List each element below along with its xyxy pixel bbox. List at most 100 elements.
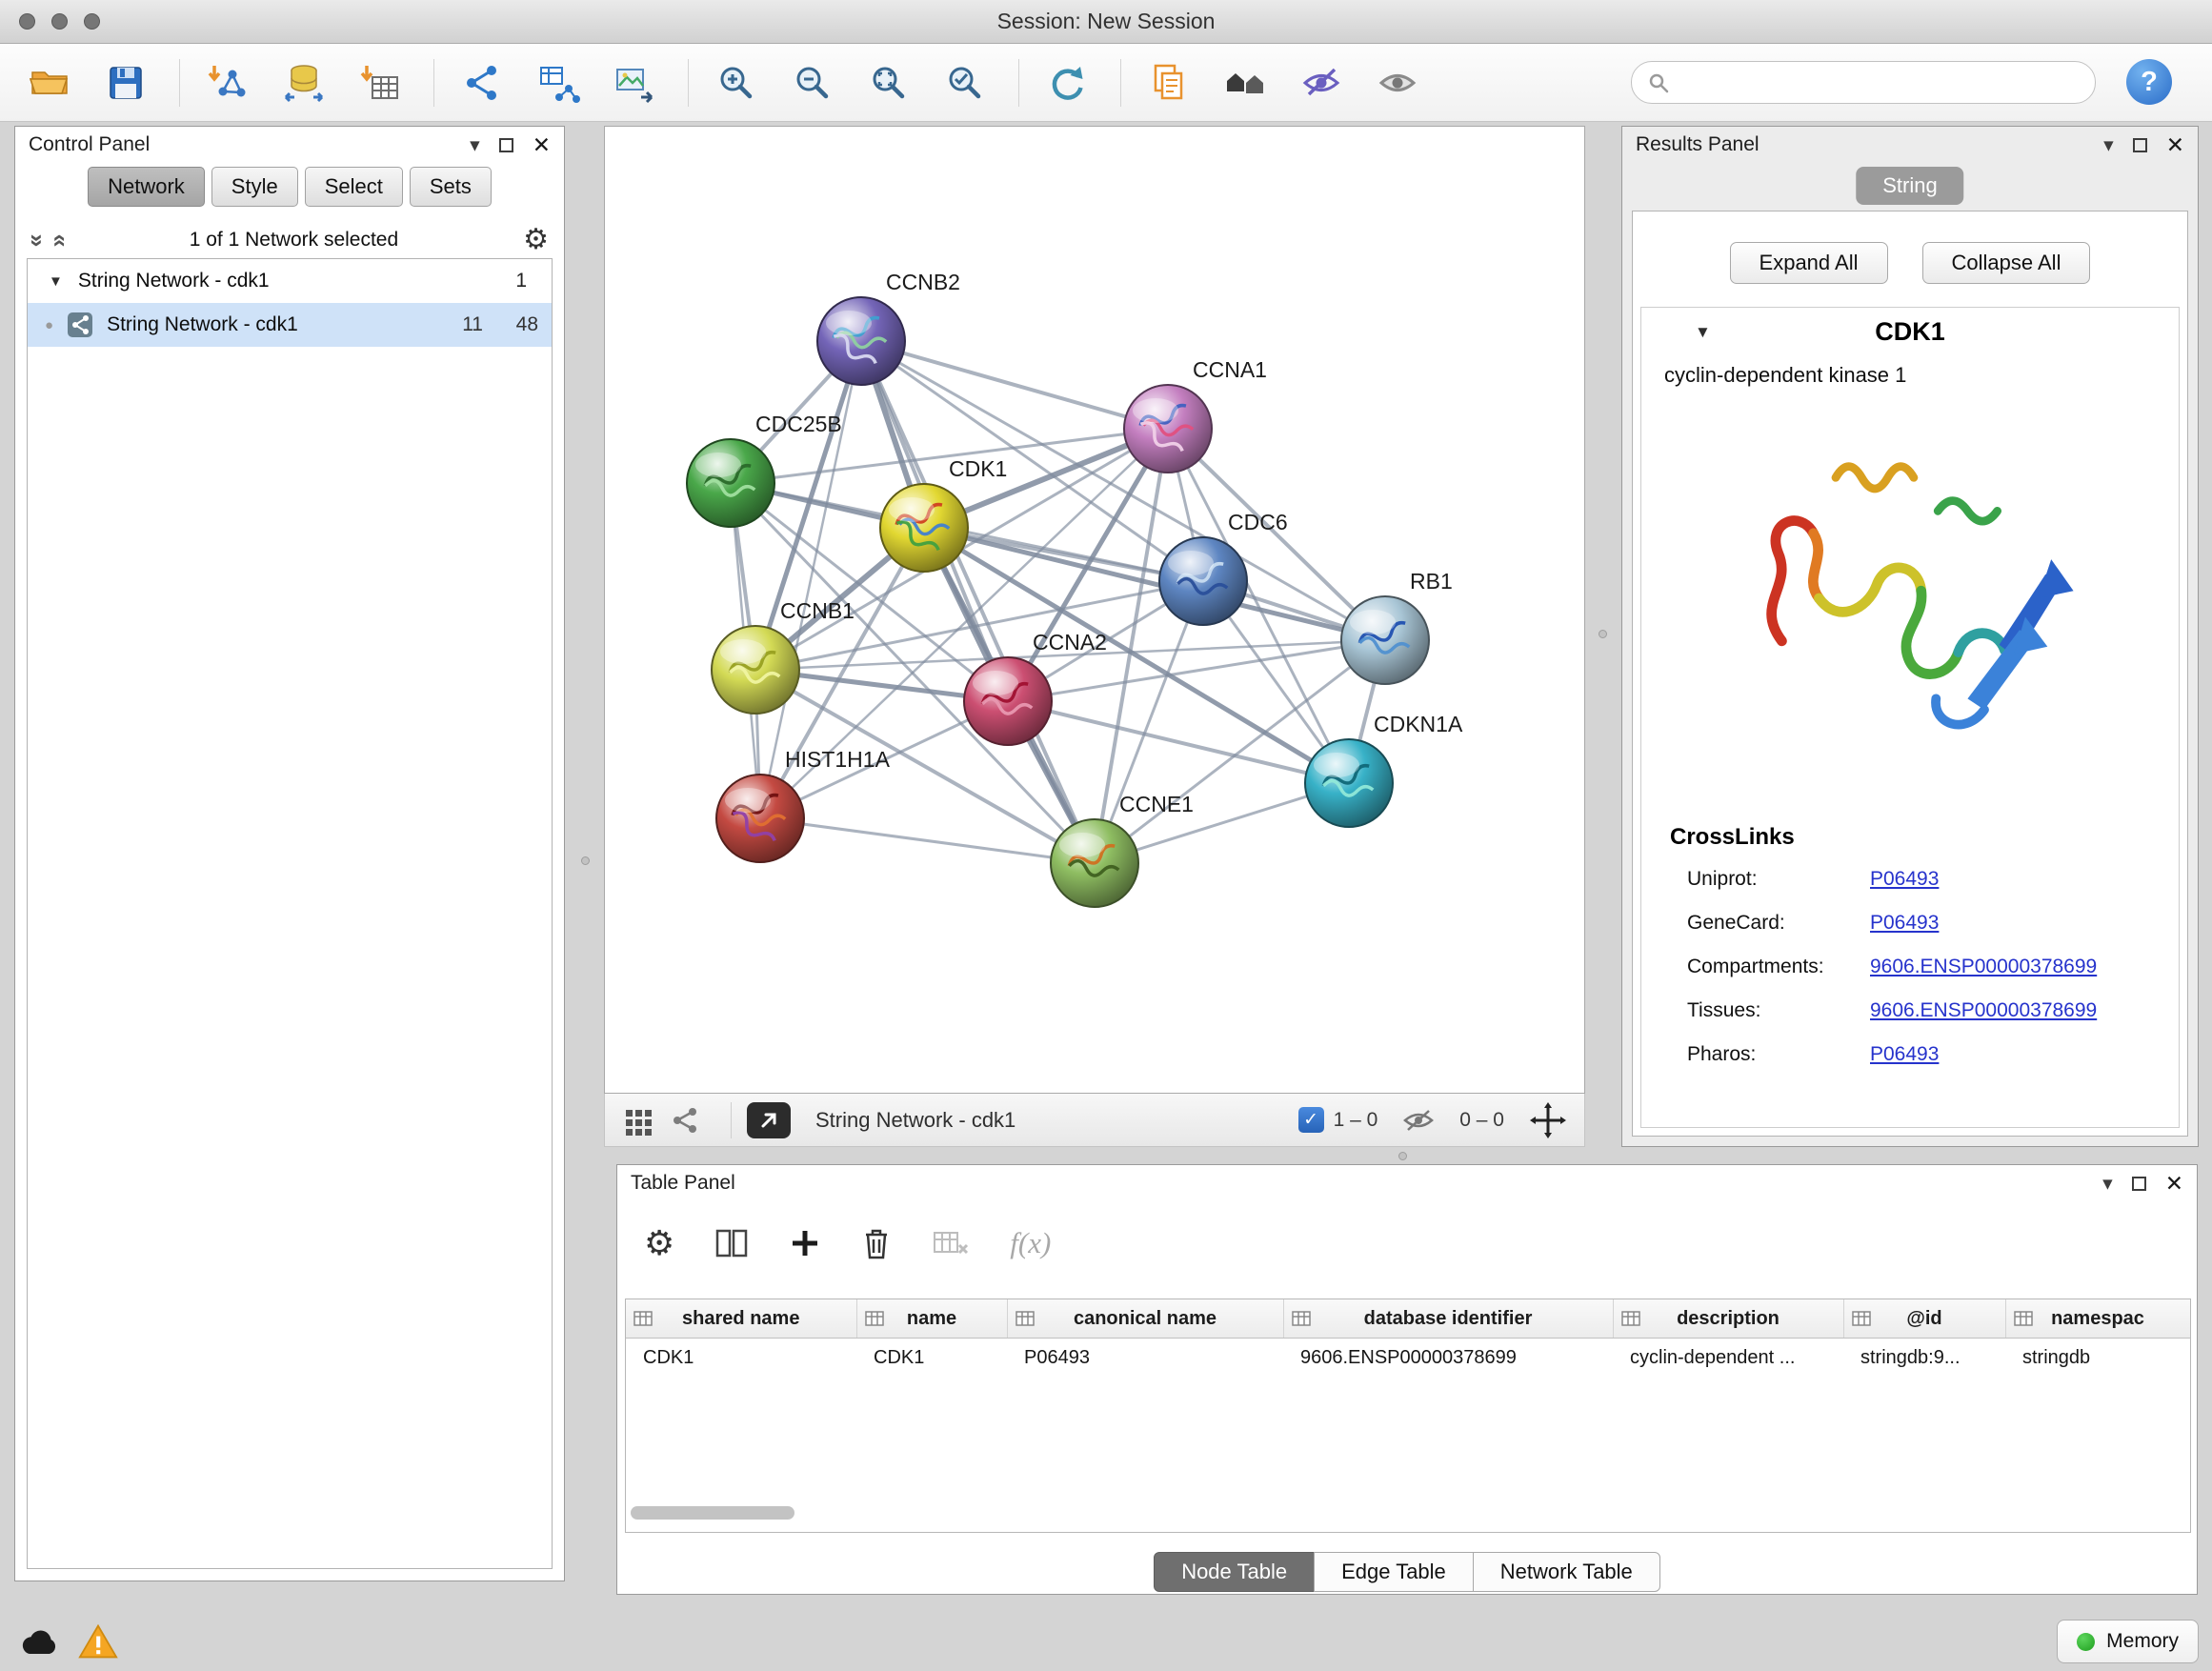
panel-float-icon[interactable] (2132, 1177, 2146, 1191)
open-session-button[interactable] (23, 56, 76, 110)
crosslink-link[interactable]: P06493 (1870, 912, 1939, 935)
new-network-button[interactable] (455, 56, 509, 110)
clear-table-button[interactable] (932, 1228, 970, 1258)
tab-edge-table[interactable]: Edge Table (1314, 1552, 1474, 1592)
cloud-icon (19, 1626, 59, 1657)
import-network-database-button[interactable] (277, 56, 331, 110)
crosslink-link[interactable]: 9606.ENSP00000378699 (1870, 999, 2097, 1022)
toolbar-separator (731, 1102, 732, 1138)
tab-network-table[interactable]: Network Table (1473, 1552, 1660, 1592)
toolbar-separator (433, 59, 434, 107)
tab-string[interactable]: String (1856, 167, 1963, 205)
crosslink-link[interactable]: 9606.ENSP00000378699 (1870, 956, 2097, 978)
network-options-gear-icon[interactable]: ⚙ (523, 226, 549, 254)
tab-network[interactable]: Network (88, 167, 205, 207)
cell-canonical-name[interactable]: P06493 (1007, 1339, 1283, 1378)
help-button[interactable]: ? (2126, 59, 2172, 105)
toolbar-separator (1120, 59, 1121, 107)
cell-name[interactable]: CDK1 (856, 1339, 1007, 1378)
column-header[interactable]: canonical name (1007, 1299, 1283, 1339)
import-network-file-button[interactable] (201, 56, 254, 110)
search-input[interactable] (1679, 65, 2095, 101)
warnings-button[interactable] (76, 1620, 120, 1663)
column-header[interactable]: @id (1843, 1299, 2005, 1339)
results-panel: Results Panel ▾ ✕ String Expand All Coll… (1621, 126, 2199, 1147)
current-network-dot-icon: ● (45, 317, 53, 333)
pan-crosshair-button[interactable] (1529, 1101, 1567, 1139)
function-builder-button[interactable]: f(x) (1010, 1226, 1051, 1260)
graphics-details-button[interactable] (1295, 56, 1348, 110)
refresh-layout-button[interactable] (1040, 56, 1094, 110)
expand-all-button[interactable]: Expand All (1730, 242, 1888, 284)
zoom-in-button[interactable] (710, 56, 763, 110)
horizontal-scrollbar[interactable] (631, 1506, 794, 1520)
cell-id[interactable]: stringdb:9... (1843, 1339, 2005, 1378)
birdseye-toggle-button[interactable] (747, 1102, 791, 1138)
string-results-card: Expand All Collapse All ▼ CDK1 cyclin-de… (1632, 211, 2188, 1137)
right-splitter-handle[interactable] (1599, 630, 1607, 638)
memory-button[interactable]: Memory (2057, 1620, 2199, 1663)
panel-close-icon[interactable]: ✕ (2165, 1171, 2183, 1197)
tab-node-table[interactable]: Node Table (1154, 1552, 1315, 1592)
hidden-nodes-edges-count: 0 – 0 (1459, 1109, 1504, 1132)
left-splitter-handle[interactable] (581, 856, 590, 865)
collapse-all-button[interactable]: Collapse All (1922, 242, 2091, 284)
zoom-out-icon (791, 61, 835, 105)
tab-sets[interactable]: Sets (410, 167, 492, 207)
crosslink-link[interactable]: P06493 (1870, 1043, 1939, 1066)
delete-column-button[interactable] (861, 1226, 892, 1260)
svg-text:CDC25B: CDC25B (755, 412, 842, 436)
network-collection-row[interactable]: ▼ String Network - cdk1 1 (28, 259, 552, 303)
add-column-button[interactable] (789, 1227, 821, 1259)
expand-all-networks-icon[interactable]: » (46, 233, 70, 247)
show-all-button[interactable] (1371, 56, 1424, 110)
duplicate-network-button[interactable] (1142, 56, 1196, 110)
hidden-eye-icon[interactable] (1402, 1107, 1435, 1134)
table-options-gear-icon[interactable]: ⚙ (644, 1226, 674, 1260)
grid-view-button[interactable] (622, 1104, 654, 1137)
panel-menu-icon[interactable]: ▾ (2103, 133, 2114, 157)
zoom-out-button[interactable] (786, 56, 839, 110)
memory-label: Memory (2106, 1630, 2179, 1653)
save-session-button[interactable] (99, 56, 152, 110)
column-header[interactable]: description (1613, 1299, 1843, 1339)
show-columns-button[interactable] (714, 1227, 749, 1259)
tab-style[interactable]: Style (211, 167, 298, 207)
birdseye-view-button[interactable] (1218, 56, 1272, 110)
panel-close-icon[interactable]: ✕ (2166, 132, 2184, 158)
network-from-table-button[interactable] (532, 56, 585, 110)
tab-select[interactable]: Select (305, 167, 403, 207)
cell-namespace[interactable]: stringdb (2005, 1339, 2190, 1378)
import-table-button[interactable] (353, 56, 407, 110)
panel-float-icon[interactable] (2133, 138, 2147, 152)
panel-close-icon[interactable]: ✕ (533, 132, 551, 158)
svg-text:CDK1: CDK1 (949, 456, 1007, 481)
protein-structure-image (1724, 409, 2096, 790)
selected-checkbox-icon[interactable]: ✓ (1298, 1107, 1324, 1133)
export-image-button[interactable] (608, 56, 661, 110)
network-list-view-button[interactable] (670, 1105, 700, 1136)
table-row[interactable]: CDK1 CDK1 P06493 9606.ENSP00000378699 cy… (626, 1339, 2190, 1378)
panel-menu-icon[interactable]: ▾ (2102, 1172, 2113, 1196)
network-canvas[interactable]: CCNB2CCNA1CDC25BCDK1CDC6RB1CCNB1CCNA2CDK… (604, 126, 1585, 1094)
cell-shared-name[interactable]: CDK1 (626, 1339, 856, 1378)
toolbar-separator (179, 59, 180, 107)
zoom-selected-button[interactable] (938, 56, 992, 110)
crosslink-row: GeneCard: P06493 (1687, 912, 2179, 935)
collection-expand-icon[interactable]: ▼ (49, 273, 63, 290)
network-row[interactable]: ● String Network - cdk1 11 48 (28, 303, 552, 347)
column-header[interactable]: namespac (2005, 1299, 2190, 1339)
cell-database-identifier[interactable]: 9606.ENSP00000378699 (1283, 1339, 1613, 1378)
column-header[interactable]: database identifier (1283, 1299, 1613, 1339)
cloud-status-button[interactable] (17, 1620, 61, 1663)
horizontal-splitter-handle[interactable] (1398, 1152, 1407, 1160)
crosslink-link[interactable]: P06493 (1870, 868, 1939, 891)
column-header[interactable]: name (856, 1299, 1007, 1339)
panel-float-icon[interactable] (499, 138, 513, 152)
arrow-ne-icon (757, 1109, 780, 1132)
cell-description[interactable]: cyclin-dependent ... (1613, 1339, 1843, 1378)
column-header[interactable]: shared name (626, 1299, 856, 1339)
panel-menu-icon[interactable]: ▾ (470, 133, 480, 157)
zoom-fit-button[interactable] (862, 56, 915, 110)
window-title: Session: New Session (0, 9, 2212, 34)
